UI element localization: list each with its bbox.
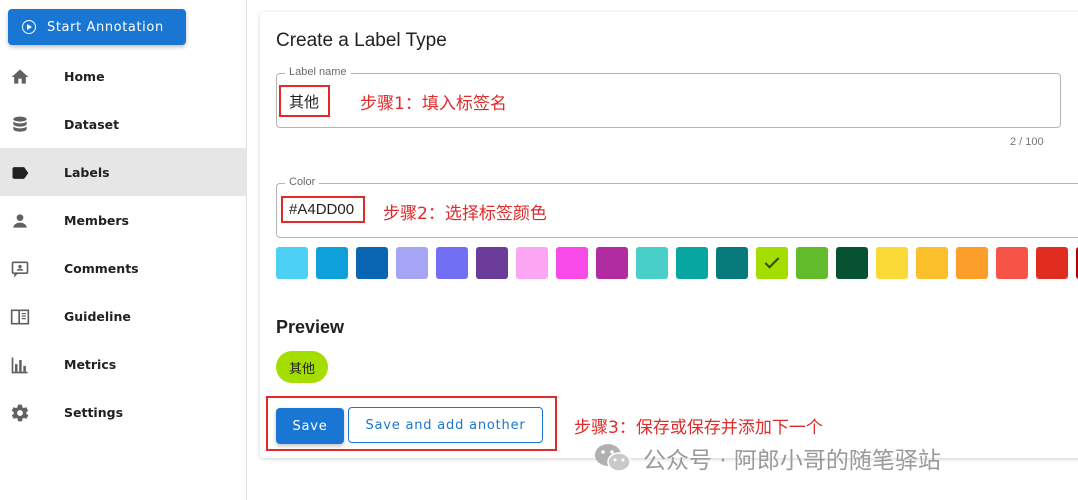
color-swatch[interactable] (436, 247, 468, 279)
sidebar-item-label: Settings (64, 404, 124, 420)
sidebar-item-home[interactable]: Home (0, 52, 247, 100)
save-button[interactable]: Save (276, 408, 344, 444)
sidebar-item-label: Guideline (64, 308, 131, 324)
color-swatch[interactable] (396, 247, 428, 279)
color-swatch[interactable] (516, 247, 548, 279)
watermark: 公众号 · 阿郎小哥的随笔驿站 (593, 440, 941, 476)
book-icon (9, 306, 31, 328)
color-swatch[interactable] (596, 247, 628, 279)
color-swatch[interactable] (716, 247, 748, 279)
color-swatch[interactable] (676, 247, 708, 279)
watermark-text: 公众号 · 阿郎小哥的随笔驿站 (643, 448, 941, 474)
sidebar-item-guideline[interactable]: Guideline (0, 292, 247, 340)
color-swatch[interactable] (956, 247, 988, 279)
step1-annotation: 步骤1：填入标签名 (360, 94, 507, 114)
color-legend: Color (285, 176, 320, 188)
sidebar-item-dataset[interactable]: Dataset (0, 100, 247, 148)
color-swatch[interactable] (276, 247, 308, 279)
color-swatch[interactable] (476, 247, 508, 279)
home-icon (9, 66, 31, 88)
color-swatch[interactable] (356, 247, 388, 279)
label-name-highlight-box (279, 85, 330, 117)
sidebar-item-label: Home (64, 68, 105, 84)
sidebar-item-metrics[interactable]: Metrics (0, 340, 247, 388)
preview-title: Preview (276, 317, 345, 337)
person-icon (9, 210, 31, 232)
bar-chart-icon (9, 354, 31, 376)
color-swatch[interactable] (916, 247, 948, 279)
database-icon (9, 114, 31, 136)
label-icon (9, 162, 31, 184)
preview-chip: 其他 (276, 351, 328, 383)
color-swatch[interactable] (316, 247, 348, 279)
color-swatch[interactable] (756, 247, 788, 279)
color-swatch[interactable] (836, 247, 868, 279)
sidebar-item-labels[interactable]: Labels (0, 148, 247, 196)
sidebar-item-label: Labels (64, 164, 110, 180)
color-swatch[interactable] (1036, 247, 1068, 279)
start-annotation-button[interactable]: Start Annotation (8, 9, 186, 45)
color-value-highlight-box (281, 196, 365, 223)
sidebar-item-members[interactable]: Members (0, 196, 247, 244)
color-swatch[interactable] (556, 247, 588, 279)
step3-annotation: 步骤3：保存或保存并添加下一个 (574, 418, 823, 438)
color-palette (276, 247, 1078, 279)
color-swatch[interactable] (876, 247, 908, 279)
comment-icon (9, 258, 31, 280)
gear-icon (9, 402, 31, 424)
start-annotation-label: Start Annotation (47, 19, 164, 35)
label-name-legend: Label name (285, 66, 351, 78)
color-swatch[interactable] (996, 247, 1028, 279)
page-title: Create a Label Type (276, 30, 447, 51)
sidebar-item-comments[interactable]: Comments (0, 244, 247, 292)
sidebar-item-label: Dataset (64, 116, 120, 132)
sidebar-item-label: Comments (64, 260, 139, 276)
sidebar: Start Annotation Home Dataset Labels Mem… (0, 0, 247, 500)
color-swatch[interactable] (796, 247, 828, 279)
sidebar-item-label: Members (64, 212, 129, 228)
wechat-icon (595, 444, 631, 472)
check-icon (764, 257, 780, 269)
label-name-counter: 2 / 100 (1010, 136, 1044, 148)
step2-annotation: 步骤2：选择标签颜色 (383, 204, 547, 224)
play-circle-icon (22, 20, 36, 34)
save-and-add-another-button[interactable]: Save and add another (348, 407, 543, 443)
color-swatch[interactable] (636, 247, 668, 279)
create-label-card: Create a Label Type Label name 其他 步骤1：填入… (260, 12, 1078, 458)
sidebar-item-settings[interactable]: Settings (0, 388, 247, 436)
sidebar-item-label: Metrics (64, 356, 117, 372)
